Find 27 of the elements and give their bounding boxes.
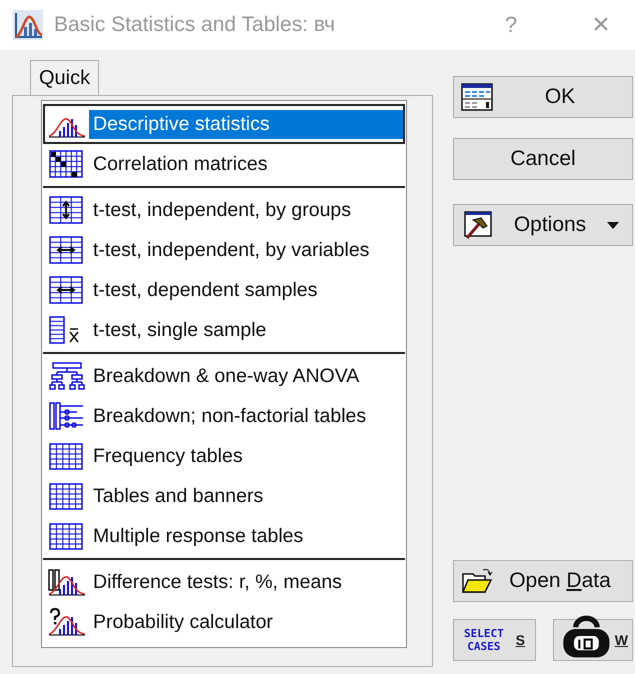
- list-item[interactable]: Multiple response tables: [43, 516, 405, 556]
- list-item[interactable]: Difference tests: r, %, means: [43, 562, 405, 602]
- tab[interactable]: Quick: [30, 60, 100, 96]
- app-logo-icon: [12, 9, 44, 41]
- list-item[interactable]: Tables and banners: [43, 476, 405, 516]
- list-item[interactable]: Breakdown & one-way ANOVA: [43, 356, 405, 396]
- list-item[interactable]: Breakdown; non-factorial tables: [43, 396, 405, 436]
- spreadsheet-icon: [460, 82, 494, 112]
- list-item[interactable]: t-test, independent, by variables: [43, 230, 405, 270]
- folder-icon: [460, 566, 494, 596]
- ok-button[interactable]: OK: [453, 76, 633, 118]
- difference-chart-icon: [47, 567, 87, 597]
- list-item[interactable]: t-test, independent, by groups: [43, 190, 405, 230]
- window-title: Basic Statistics and Tables: вч: [54, 13, 336, 37]
- caret-icon: [606, 220, 620, 230]
- open-data-button[interactable]: Open Data: [453, 560, 633, 602]
- list-item[interactable]: Correlation matrices: [43, 144, 405, 184]
- list-item[interactable]: t-test, dependent samples: [43, 270, 405, 310]
- tree-diagram-icon: [47, 361, 87, 391]
- list-item[interactable]: Probability calculator: [43, 602, 405, 642]
- list-item[interactable]: Descriptive statistics: [43, 104, 405, 144]
- list-item[interactable]: t-test, single sample: [43, 310, 405, 350]
- options-button[interactable]: Options: [453, 204, 633, 246]
- list-item[interactable]: Frequency tables: [43, 436, 405, 476]
- probability-chart-icon: [47, 607, 87, 637]
- cancel-button[interactable]: Cancel: [453, 138, 633, 180]
- select-cases-button[interactable]: SELECT CASES S: [453, 619, 536, 661]
